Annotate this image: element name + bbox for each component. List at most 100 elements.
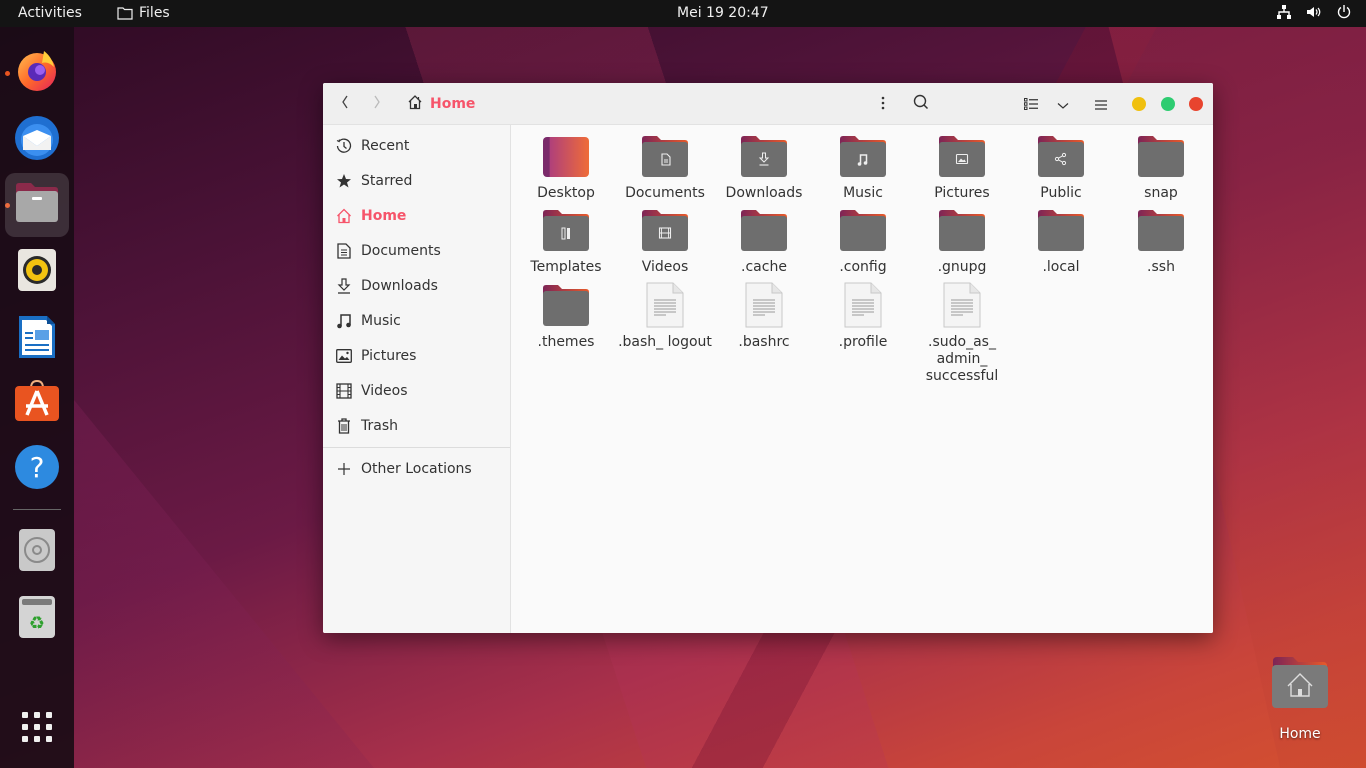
document-icon — [336, 242, 352, 259]
file-item[interactable]: .config — [815, 209, 911, 276]
dock-item-help[interactable]: ? — [5, 437, 69, 501]
file-item[interactable]: Videos — [617, 209, 713, 276]
sidebar-item-videos[interactable]: Videos — [323, 373, 510, 408]
dock-item-writer[interactable] — [5, 307, 69, 371]
file-item[interactable]: .themes — [518, 284, 614, 351]
sidebar-item-recent[interactable]: Recent — [323, 128, 510, 163]
sidebar-item-label: Trash — [361, 417, 398, 434]
writer-icon — [17, 314, 57, 364]
sidebar-item-label: Documents — [361, 242, 441, 259]
file-item[interactable]: Desktop — [518, 135, 614, 202]
plus-icon — [336, 461, 352, 477]
sidebar-item-other-locations[interactable]: Other Locations — [323, 451, 510, 486]
clock-icon — [336, 138, 352, 154]
music-icon — [336, 313, 352, 329]
dock-item-disc[interactable] — [5, 520, 69, 584]
search-button[interactable] — [909, 89, 933, 119]
folder-icon — [839, 135, 887, 179]
file-item[interactable]: .gnupg — [914, 209, 1010, 276]
file-item[interactable]: Templates — [518, 209, 614, 276]
dock-item-firefox[interactable] — [5, 40, 69, 104]
file-item[interactable]: Downloads — [716, 135, 812, 202]
more-options-button[interactable] — [873, 89, 893, 119]
main-menu-button[interactable] — [1091, 89, 1111, 119]
file-item[interactable]: .bash_ logout — [617, 282, 713, 351]
star-icon — [336, 173, 352, 189]
sidebar-item-label: Starred — [361, 172, 413, 189]
back-button[interactable] — [335, 89, 355, 119]
file-item[interactable]: .ssh — [1113, 209, 1209, 276]
folder-icon — [1137, 135, 1185, 179]
close-button[interactable] — [1189, 97, 1203, 111]
search-icon — [913, 94, 929, 114]
file-item[interactable]: .sudo_as_ admin_ successful — [914, 282, 1010, 385]
view-options-button[interactable] — [1053, 89, 1073, 119]
sidebar-item-documents[interactable]: Documents — [323, 233, 510, 268]
dock-item-trash[interactable]: ♻ — [5, 587, 69, 651]
maximize-button[interactable] — [1161, 97, 1175, 111]
path-label[interactable]: Home — [430, 96, 475, 112]
app-menu[interactable]: Files — [117, 5, 170, 21]
file-item[interactable]: snap — [1113, 135, 1209, 202]
folder-icon — [839, 209, 887, 253]
chevron-right-icon — [372, 94, 382, 114]
sidebar-item-home[interactable]: Home — [323, 198, 510, 233]
file-label: Desktop — [537, 185, 595, 201]
file-label: Templates — [530, 259, 602, 275]
file-label: Downloads — [725, 185, 803, 201]
volume-icon[interactable] — [1306, 4, 1322, 20]
file-item[interactable]: .bashrc — [716, 282, 812, 351]
software-icon — [14, 378, 60, 426]
file-label: .bashrc — [738, 334, 790, 350]
sidebar-item-downloads[interactable]: Downloads — [323, 268, 510, 303]
sidebar-item-pictures[interactable]: Pictures — [323, 338, 510, 373]
files-icon — [14, 182, 60, 228]
file-item[interactable]: .profile — [815, 282, 911, 351]
path-bar[interactable]: Home — [407, 94, 475, 114]
file-label: Videos — [641, 259, 689, 275]
dock-item-files[interactable] — [5, 173, 69, 237]
header-bar: Home — [323, 83, 1213, 125]
file-label: Documents — [625, 185, 705, 201]
show-applications-button[interactable] — [5, 697, 69, 761]
sidebar-item-music[interactable]: Music — [323, 303, 510, 338]
dock-item-thunderbird[interactable] — [5, 108, 69, 172]
view-list-button[interactable] — [1021, 89, 1041, 119]
help-icon: ? — [14, 444, 60, 494]
dock-item-software[interactable] — [5, 370, 69, 434]
folder-icon — [740, 135, 788, 179]
minimize-button[interactable] — [1132, 97, 1146, 111]
chevron-down-icon — [1057, 95, 1069, 114]
home-icon — [407, 94, 423, 114]
file-item[interactable]: .cache — [716, 209, 812, 276]
desktop-home-icon[interactable]: Home — [1266, 656, 1334, 742]
folder-icon — [1037, 209, 1085, 253]
svg-text:♻: ♻ — [29, 613, 45, 634]
forward-button[interactable] — [367, 89, 387, 119]
file-item[interactable]: .local — [1013, 209, 1109, 276]
file-item[interactable]: Public — [1013, 135, 1109, 202]
file-label: Pictures — [934, 185, 990, 201]
file-label: .ssh — [1147, 259, 1175, 275]
clock[interactable]: Mei 19 20:47 — [677, 5, 769, 21]
system-tray[interactable] — [1276, 4, 1352, 20]
app-name: Files — [139, 5, 170, 21]
sidebar-item-label: Other Locations — [361, 460, 472, 477]
file-label: Music — [843, 185, 883, 201]
kebab-menu-icon — [881, 95, 885, 114]
file-label: Public — [1040, 185, 1082, 201]
dock-item-rhythmbox[interactable] — [5, 240, 69, 304]
download-icon — [336, 277, 352, 294]
activities-button[interactable]: Activities — [18, 5, 82, 21]
sidebar-item-starred[interactable]: Starred — [323, 163, 510, 198]
file-label: .bash_ logout — [618, 334, 712, 350]
power-icon[interactable] — [1336, 4, 1352, 20]
sidebar-item-trash[interactable]: Trash — [323, 408, 510, 443]
file-item[interactable]: Music — [815, 135, 911, 202]
video-icon — [336, 382, 352, 399]
file-item[interactable]: Documents — [617, 135, 713, 202]
file-item[interactable]: Pictures — [914, 135, 1010, 202]
file-label: .sudo_as_ admin_ successful — [925, 334, 999, 384]
network-icon[interactable] — [1276, 4, 1292, 20]
text-file-icon — [641, 282, 689, 328]
